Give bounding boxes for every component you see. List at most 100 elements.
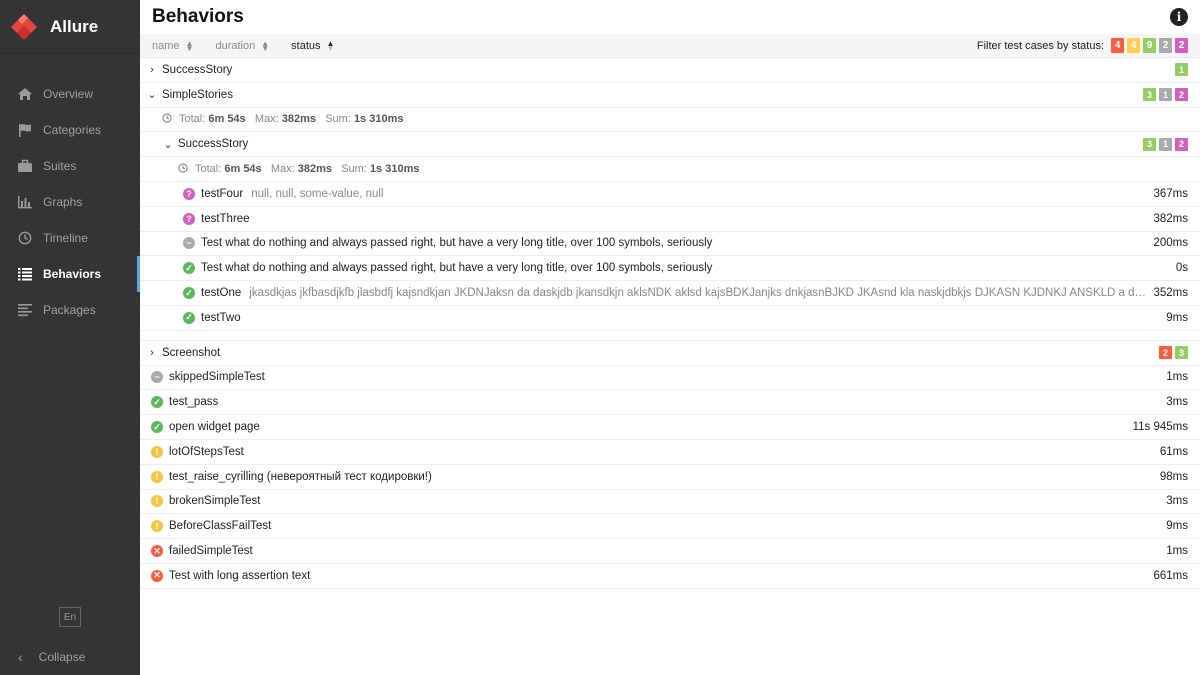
nav-item-timeline[interactable]: Timeline [0, 220, 140, 256]
allure-logo-icon [8, 11, 40, 43]
group-counts: 2 3 [1156, 346, 1188, 360]
test-row[interactable]: ! test_raise_cyrilling (невероятный тест… [140, 465, 1200, 490]
stat-max-label: Max: [270, 163, 295, 176]
test-params: jkasdkjas jkfbasdjkfb jlasbdfj kajsndkja… [249, 287, 1148, 300]
group-counts: 3 1 2 [1140, 88, 1188, 102]
stat-max: 382ms [297, 163, 333, 176]
group-name: SuccessStory [178, 138, 249, 151]
test-row[interactable]: ✓ testOne jkasdkjas jkfbasdjkfb jlasbdfj… [140, 281, 1200, 306]
test-row[interactable]: ✓ testTwo 9ms [140, 306, 1200, 331]
test-name: testThree [201, 212, 250, 225]
test-duration: 98ms [1159, 470, 1188, 483]
test-row[interactable]: ! brokenSimpleTest 3ms [140, 490, 1200, 515]
test-row[interactable]: ✕ Test with long assertion text 661ms [140, 564, 1200, 589]
nav-item-suites[interactable]: Suites [0, 148, 140, 184]
stat-total: 6m 54s [224, 163, 262, 176]
test-duration: 661ms [1153, 569, 1188, 582]
filter-failed-toggle[interactable]: 4 [1111, 38, 1124, 53]
sort-by-duration[interactable]: duration ▲ ▼ [215, 39, 269, 52]
filter-skipped-toggle[interactable]: 2 [1159, 38, 1172, 53]
test-duration: 0s [1175, 262, 1188, 275]
nav-item-behaviors[interactable]: Behaviors [0, 256, 140, 292]
nav-label: Graphs [43, 195, 83, 209]
nav-item-categories[interactable]: Categories [0, 112, 140, 148]
group-counts: 1 [1172, 63, 1188, 77]
page-header: Behaviors i [140, 0, 1200, 34]
group-name: SimpleStories [162, 88, 233, 101]
sort-by-status[interactable]: status ▲ ▼ [291, 39, 334, 52]
test-params: null, null, some-value, null [251, 187, 384, 200]
group-stats: Total: 6m 54s Max: 382ms Sum: 1s 310ms [140, 157, 1200, 182]
passed-count-badge: 3 [1143, 137, 1156, 151]
sidebar: Allure Overview Categories Suites Graphs [0, 0, 140, 675]
tree-group-screenshot[interactable]: › Screenshot 2 3 [140, 341, 1200, 366]
test-row[interactable]: ? testFour null, null, some-value, null … [140, 182, 1200, 207]
tree-group-simple-stories[interactable]: ⌄ SimpleStories 3 1 2 [140, 83, 1200, 108]
sort-bar: name ▲ ▼ duration ▲ ▼ status ▲ ▼ Filter tes… [140, 34, 1200, 58]
test-name: skippedSimpleTest [169, 371, 265, 384]
filter-label: Filter test cases by status: [976, 39, 1104, 52]
sort-label: duration [215, 39, 256, 52]
stat-total: 6m 54s [208, 113, 246, 126]
passed-status-icon: ✓ [183, 311, 195, 324]
list-icon [16, 266, 34, 282]
align-left-icon [16, 302, 34, 318]
test-name: test_pass [169, 396, 219, 409]
collapse-button[interactable]: ‹ Collapse [0, 639, 140, 675]
tree-group-nested-success-story[interactable]: ⌄ SuccessStory 3 1 2 [140, 132, 1200, 158]
info-icon[interactable]: i [1170, 8, 1188, 26]
test-row[interactable]: ✓ open widget page 11s 945ms [140, 415, 1200, 440]
test-duration: 9ms [1166, 520, 1188, 533]
test-name: failedSimpleTest [169, 545, 253, 558]
sort-by-name[interactable]: name ▲ ▼ [152, 39, 193, 52]
nav-label: Timeline [43, 231, 88, 245]
filter-broken-toggle[interactable]: 4 [1127, 38, 1140, 53]
test-name: testOne [201, 287, 242, 300]
passed-status-icon: ✓ [151, 396, 163, 409]
stat-sum-label: Sum: [325, 113, 351, 126]
home-icon [16, 86, 34, 102]
passed-count-badge: 3 [1143, 88, 1156, 102]
nav-item-overview[interactable]: Overview [0, 76, 140, 112]
test-row[interactable]: ✓ test_pass 3ms [140, 390, 1200, 416]
test-row[interactable]: ? testThree 382ms [140, 207, 1200, 232]
skipped-count-badge: 1 [1159, 137, 1172, 151]
test-name: brokenSimpleTest [169, 495, 261, 508]
test-row[interactable]: − Test what do nothing and always passed… [140, 232, 1200, 257]
language-switch[interactable]: En [59, 607, 81, 627]
skipped-status-icon: − [151, 371, 163, 384]
group-spacer [140, 331, 1200, 341]
chevron-down-icon: ⌄ [147, 89, 157, 102]
test-name: Test what do nothing and always passed r… [201, 237, 713, 250]
stat-sum: 1s 310ms [369, 163, 420, 176]
unknown-status-icon: ? [183, 212, 195, 225]
filter-passed-toggle[interactable]: 9 [1143, 38, 1156, 53]
test-row[interactable]: ✓ Test what do nothing and always passed… [140, 256, 1200, 282]
tree-group-success-story[interactable]: › SuccessStory 1 [140, 58, 1200, 83]
test-row[interactable]: ! BeforeClassFailTest 9ms [140, 514, 1200, 540]
group-counts: 3 1 2 [1140, 137, 1188, 151]
filter-unknown-toggle[interactable]: 2 [1175, 38, 1188, 53]
briefcase-icon [16, 158, 34, 174]
test-row[interactable]: ! lotOfStepsTest 61ms [140, 440, 1200, 465]
test-name: BeforeClassFailTest [169, 520, 272, 533]
test-name: testTwo [201, 311, 241, 324]
chevron-right-icon: › [150, 63, 154, 76]
nav-label: Packages [43, 303, 96, 317]
test-duration: 61ms [1159, 445, 1188, 458]
test-row[interactable]: ✕ failedSimpleTest 1ms [140, 539, 1200, 564]
collapse-label: Collapse [38, 650, 86, 664]
sort-label: status [291, 39, 321, 52]
test-duration: 9ms [1166, 311, 1188, 324]
broken-status-icon: ! [151, 470, 163, 483]
test-row[interactable]: − skippedSimpleTest 1ms [140, 366, 1200, 391]
nav-label: Overview [43, 87, 94, 101]
test-name: lotOfStepsTest [169, 445, 244, 458]
passed-status-icon: ✓ [183, 262, 195, 275]
nav-item-packages[interactable]: Packages [0, 292, 140, 328]
nav-item-graphs[interactable]: Graphs [0, 184, 140, 220]
chevron-down-icon: ⌄ [163, 138, 173, 151]
brand[interactable]: Allure [0, 0, 140, 54]
failed-status-icon: ✕ [151, 545, 163, 558]
group-stats: Total: 6m 54s Max: 382ms Sum: 1s 310ms [140, 108, 1200, 133]
